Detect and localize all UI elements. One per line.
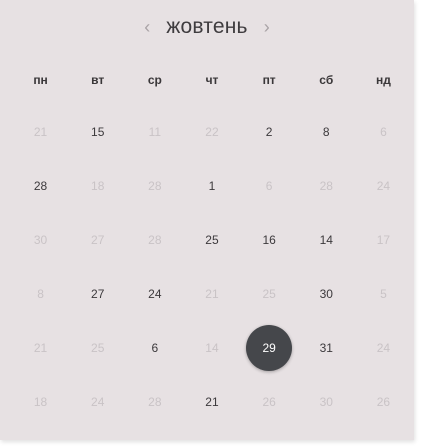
- day-number: 25: [205, 233, 219, 247]
- day-cell[interactable]: 14: [183, 321, 240, 375]
- day-number: 26: [376, 395, 391, 409]
- day-number: 24: [376, 179, 391, 193]
- day-cell[interactable]: 27: [69, 267, 126, 321]
- day-number: 24: [376, 341, 391, 355]
- day-cell[interactable]: 25: [183, 213, 240, 267]
- calendar-header: ‹ жовтень ›: [0, 14, 414, 40]
- day-number: 28: [319, 179, 333, 193]
- day-cell[interactable]: 21: [183, 267, 240, 321]
- day-number: 16: [262, 233, 276, 247]
- day-cell[interactable]: 8: [298, 105, 355, 159]
- day-number: 8: [322, 125, 330, 139]
- day-number: 25: [91, 341, 105, 355]
- day-number: 17: [376, 233, 391, 247]
- day-number: 28: [148, 179, 162, 193]
- day-cell[interactable]: 11: [126, 105, 183, 159]
- day-cell[interactable]: 25: [69, 321, 126, 375]
- day-cell[interactable]: 25: [241, 267, 298, 321]
- day-number: 30: [319, 395, 333, 409]
- calendar-panel: ‹ жовтень › пн вт ср чт пт сб нд 21 15 11 2…: [0, 0, 414, 440]
- day-number: 29: [246, 325, 293, 371]
- day-cell[interactable]: 27: [69, 213, 126, 267]
- day-cell[interactable]: 18: [69, 159, 126, 213]
- day-number: 18: [33, 395, 48, 409]
- day-number: 14: [319, 233, 333, 247]
- weekday-label: чт: [205, 73, 219, 87]
- day-cell[interactable]: 14: [298, 213, 355, 267]
- day-number: 24: [91, 395, 105, 409]
- day-cell[interactable]: 24: [69, 375, 126, 429]
- day-number: 6: [380, 125, 387, 139]
- day-number: 5: [380, 287, 387, 301]
- day-cell[interactable]: 30: [298, 375, 355, 429]
- weekday-label: ср: [147, 73, 162, 87]
- day-number: 1: [208, 179, 216, 193]
- day-number: 22: [205, 125, 219, 139]
- day-number: 24: [148, 287, 162, 301]
- weekday-label: нд: [375, 73, 391, 87]
- day-number: 25: [262, 287, 276, 301]
- day-number: 21: [205, 287, 219, 301]
- day-number: 8: [37, 287, 44, 301]
- day-number: 21: [205, 395, 219, 409]
- chevron-right-icon[interactable]: ›: [262, 18, 272, 36]
- day-cell[interactable]: 24: [355, 321, 412, 375]
- day-cell[interactable]: 17: [355, 213, 412, 267]
- day-number: 31: [319, 341, 333, 355]
- day-number: 30: [319, 287, 333, 301]
- day-number: 27: [91, 287, 105, 301]
- day-cell[interactable]: 16: [241, 213, 298, 267]
- day-cell[interactable]: 18: [12, 375, 69, 429]
- day-cell[interactable]: 6: [241, 159, 298, 213]
- day-number: 28: [33, 179, 48, 193]
- weekday-label: вт: [91, 73, 105, 87]
- day-number: 21: [33, 341, 48, 355]
- day-number: 6: [151, 341, 159, 355]
- day-number: 11: [148, 125, 162, 139]
- weekday-label: пн: [33, 73, 48, 87]
- chevron-left-icon[interactable]: ‹: [142, 18, 152, 36]
- day-number: 14: [205, 341, 219, 355]
- day-cell[interactable]: 6: [355, 105, 412, 159]
- day-cell[interactable]: 24: [355, 159, 412, 213]
- month-title: жовтень: [166, 15, 248, 38]
- day-grid: 21 15 11 22 2 8 6 28 18 28 1 6 28 24 30 27 28 25 16 14 17 8 27…: [12, 105, 412, 429]
- day-cell[interactable]: 22: [183, 105, 240, 159]
- day-cell[interactable]: 15: [69, 105, 126, 159]
- day-cell[interactable]: 1: [183, 159, 240, 213]
- day-cell[interactable]: 5: [355, 267, 412, 321]
- day-cell[interactable]: 30: [12, 213, 69, 267]
- day-cell[interactable]: 26: [355, 375, 412, 429]
- day-cell[interactable]: 28: [126, 375, 183, 429]
- day-cell[interactable]: 28: [298, 159, 355, 213]
- day-cell[interactable]: 21: [12, 105, 69, 159]
- day-number: 2: [265, 125, 273, 139]
- day-cell[interactable]: 21: [12, 321, 69, 375]
- day-number: 18: [91, 179, 105, 193]
- weekday-label: пт: [262, 73, 276, 87]
- day-number: 15: [91, 125, 105, 139]
- weekday-label: сб: [319, 73, 334, 87]
- day-cell[interactable]: 2: [241, 105, 298, 159]
- day-number: 30: [33, 233, 48, 247]
- day-cell[interactable]: 31: [298, 321, 355, 375]
- day-cell[interactable]: 21: [183, 375, 240, 429]
- day-cell[interactable]: 28: [12, 159, 69, 213]
- weekday-header-row: пн вт ср чт пт сб нд: [12, 72, 412, 88]
- day-number: 28: [148, 233, 162, 247]
- day-number: 28: [148, 395, 162, 409]
- day-cell[interactable]: 26: [241, 375, 298, 429]
- day-number: 6: [265, 179, 273, 193]
- day-cell[interactable]: 28: [126, 159, 183, 213]
- day-cell[interactable]: 8: [12, 267, 69, 321]
- day-number: 27: [91, 233, 105, 247]
- day-cell[interactable]: 24: [126, 267, 183, 321]
- day-cell[interactable]: 6: [126, 321, 183, 375]
- day-number: 26: [262, 395, 276, 409]
- selected-day-cell[interactable]: 29: [241, 321, 298, 375]
- day-cell[interactable]: 30: [298, 267, 355, 321]
- day-number: 21: [33, 125, 48, 139]
- day-cell[interactable]: 28: [126, 213, 183, 267]
